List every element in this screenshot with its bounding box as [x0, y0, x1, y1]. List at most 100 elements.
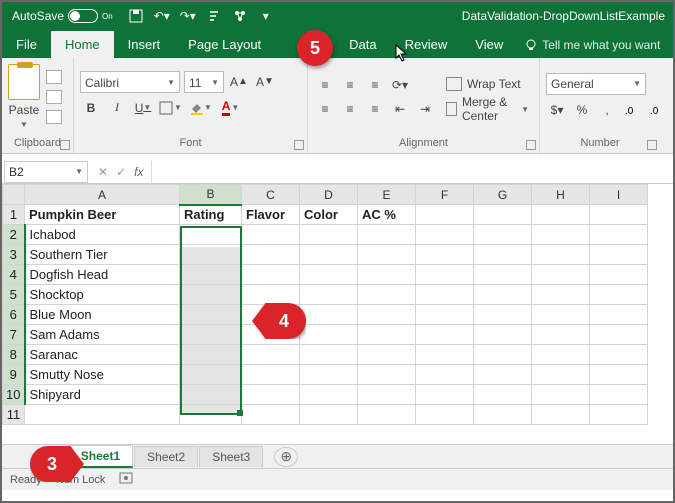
font-size-select[interactable]: 11▼	[184, 71, 224, 93]
dialog-launcher-icon[interactable]	[294, 140, 304, 150]
wrap-text-button[interactable]: Wrap Text	[442, 73, 533, 95]
cell-E10[interactable]	[358, 385, 416, 405]
row-header-5[interactable]: 5	[3, 285, 25, 305]
cell-F8[interactable]	[416, 345, 474, 365]
cell-A5[interactable]: Shocktop	[25, 285, 180, 305]
name-box[interactable]: B2 ▼	[4, 161, 88, 183]
cell-G8[interactable]	[474, 345, 532, 365]
col-header-I[interactable]: I	[590, 185, 648, 205]
row-header-2[interactable]: 2	[3, 225, 25, 245]
cell-D11[interactable]	[300, 405, 358, 425]
align-bottom-icon[interactable]: ≡	[364, 75, 386, 95]
decrease-indent-icon[interactable]: ⇤	[389, 99, 411, 119]
cell-H4[interactable]	[532, 265, 590, 285]
dialog-launcher-icon[interactable]	[60, 140, 70, 150]
cell-D4[interactable]	[300, 265, 358, 285]
cell-C9[interactable]	[242, 365, 300, 385]
format-painter-icon[interactable]	[46, 110, 62, 124]
cell-I7[interactable]	[590, 325, 648, 345]
cell-D7[interactable]	[300, 325, 358, 345]
sheet-tab-2[interactable]: Sheet2	[134, 446, 198, 467]
sheet-tab-3[interactable]: Sheet3	[199, 446, 263, 467]
align-middle-icon[interactable]: ≡	[339, 75, 361, 95]
cell-H11[interactable]	[532, 405, 590, 425]
cell-I4[interactable]	[590, 265, 648, 285]
dialog-launcher-icon[interactable]	[647, 140, 657, 150]
cell-B1[interactable]: Rating	[180, 205, 242, 225]
cell-C2[interactable]	[242, 225, 300, 245]
cell-H7[interactable]	[532, 325, 590, 345]
cell-E5[interactable]	[358, 285, 416, 305]
redo-icon[interactable]: ↷▾	[181, 9, 195, 23]
col-header-H[interactable]: H	[532, 185, 590, 205]
cell-C4[interactable]	[242, 265, 300, 285]
cell-D5[interactable]	[300, 285, 358, 305]
number-format-select[interactable]: General▼	[546, 73, 646, 95]
cell-G2[interactable]	[474, 225, 532, 245]
cell-F7[interactable]	[416, 325, 474, 345]
cell-E1[interactable]: AC %	[358, 205, 416, 225]
cell-I11[interactable]	[590, 405, 648, 425]
cell-H10[interactable]	[532, 385, 590, 405]
cell-I2[interactable]	[590, 225, 648, 245]
currency-button[interactable]: $▾	[546, 99, 568, 121]
paste-button[interactable]: Paste ▼	[8, 64, 40, 129]
cell-D1[interactable]: Color	[300, 205, 358, 225]
formula-input[interactable]	[151, 161, 673, 183]
cell-G9[interactable]	[474, 365, 532, 385]
cell-H5[interactable]	[532, 285, 590, 305]
cell-D2[interactable]	[300, 225, 358, 245]
dialog-launcher-icon[interactable]	[526, 140, 536, 150]
cell-A6[interactable]: Blue Moon	[25, 305, 180, 325]
cell-F1[interactable]	[416, 205, 474, 225]
fill-color-button[interactable]: ▼	[188, 97, 214, 119]
cell-H3[interactable]	[532, 245, 590, 265]
cell-F9[interactable]	[416, 365, 474, 385]
row-header-10[interactable]: 10	[3, 385, 25, 405]
cell-A2[interactable]: Ichabod	[25, 225, 180, 245]
cell-F6[interactable]	[416, 305, 474, 325]
font-color-button[interactable]: A▼	[218, 97, 244, 119]
cell-D10[interactable]	[300, 385, 358, 405]
cell-A8[interactable]: Saranac	[25, 345, 180, 365]
cell-E8[interactable]	[358, 345, 416, 365]
cell-C8[interactable]	[242, 345, 300, 365]
cell-D8[interactable]	[300, 345, 358, 365]
fx-icon[interactable]: fx	[134, 165, 143, 179]
row-header-11[interactable]: 11	[3, 405, 25, 425]
cell-H8[interactable]	[532, 345, 590, 365]
cell-G4[interactable]	[474, 265, 532, 285]
cell-G7[interactable]	[474, 325, 532, 345]
tab-view[interactable]: View	[461, 31, 517, 58]
cell-F5[interactable]	[416, 285, 474, 305]
cut-icon[interactable]	[46, 70, 62, 84]
cell-E3[interactable]	[358, 245, 416, 265]
align-center-icon[interactable]: ≡	[339, 99, 361, 119]
col-header-F[interactable]: F	[416, 185, 474, 205]
col-header-A[interactable]: A	[25, 185, 180, 205]
italic-button[interactable]: I	[106, 97, 128, 119]
cell-E7[interactable]	[358, 325, 416, 345]
row-header-7[interactable]: 7	[3, 325, 25, 345]
cell-I8[interactable]	[590, 345, 648, 365]
cell-I1[interactable]	[590, 205, 648, 225]
cell-E4[interactable]	[358, 265, 416, 285]
row-header-1[interactable]: 1	[3, 205, 25, 225]
cell-H2[interactable]	[532, 225, 590, 245]
tell-me-search[interactable]: Tell me what you want	[517, 32, 668, 58]
merge-center-button[interactable]: Merge & Center ▼	[442, 98, 533, 120]
cell-H1[interactable]	[532, 205, 590, 225]
comma-button[interactable]: ,	[596, 99, 618, 121]
underline-button[interactable]: U▼	[132, 97, 154, 119]
col-header-C[interactable]: C	[242, 185, 300, 205]
cancel-formula-icon[interactable]: ✕	[98, 165, 108, 179]
qat-customize-icon[interactable]: ▾	[259, 9, 273, 23]
cell-D9[interactable]	[300, 365, 358, 385]
undo-icon[interactable]: ↶▾	[155, 9, 169, 23]
cell-G1[interactable]	[474, 205, 532, 225]
cell-A11[interactable]	[25, 405, 180, 425]
bold-button[interactable]: B	[80, 97, 102, 119]
autosave-toggle[interactable]: AutoSave On	[6, 9, 119, 23]
percent-button[interactable]: %	[571, 99, 593, 121]
col-header-D[interactable]: D	[300, 185, 358, 205]
